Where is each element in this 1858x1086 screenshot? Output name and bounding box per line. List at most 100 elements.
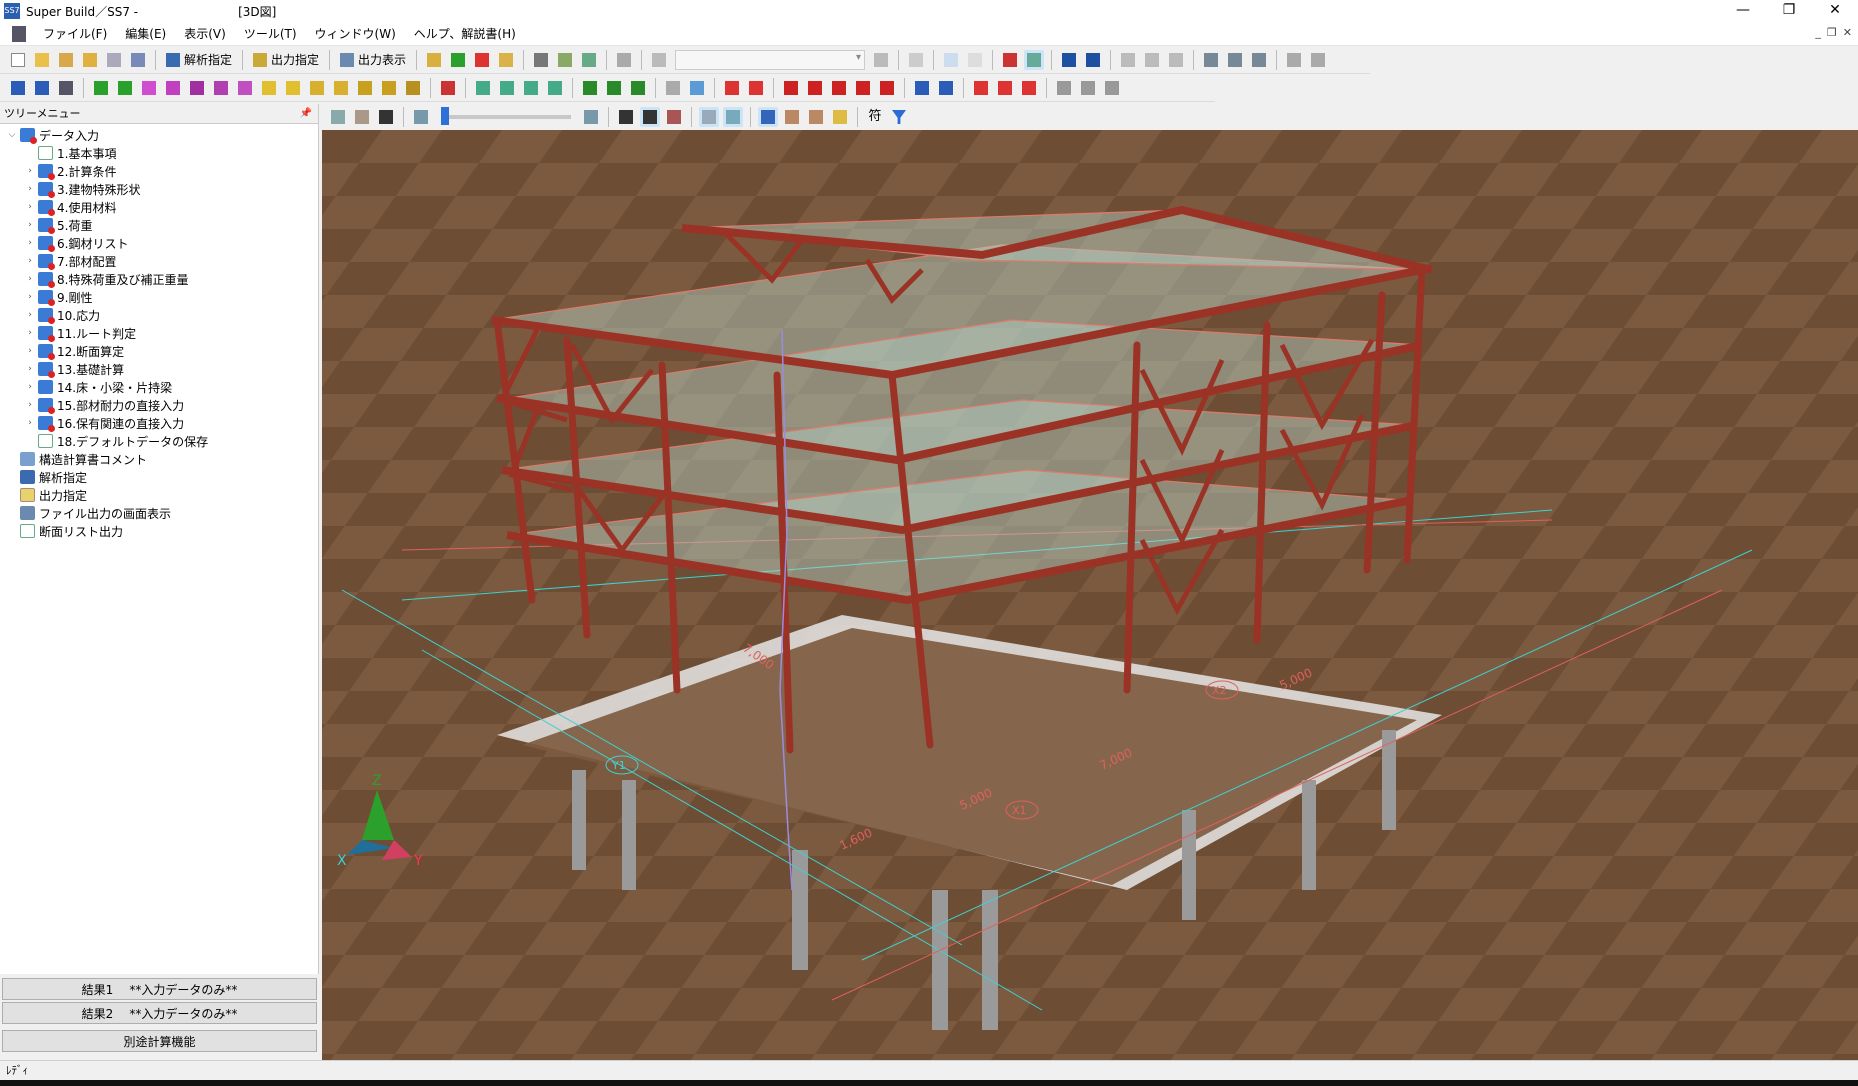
rotate-icon[interactable] xyxy=(521,78,541,98)
expand-icon[interactable]: › xyxy=(24,220,36,230)
history-combo[interactable] xyxy=(675,49,866,70)
tree-node-4[interactable]: › 4.使用材料 xyxy=(0,198,318,216)
orbit-icon[interactable] xyxy=(352,107,372,127)
sun-icon[interactable] xyxy=(830,107,850,127)
wall-icon[interactable] xyxy=(139,78,159,98)
collapse-icon[interactable]: ⌵ xyxy=(6,130,18,140)
footing-icon[interactable] xyxy=(307,78,327,98)
comment-icon[interactable] xyxy=(614,50,634,70)
tree-node-9[interactable]: › 9.剛性 xyxy=(0,288,318,306)
rotate-view-icon[interactable] xyxy=(328,107,348,127)
mdi-restore-icon[interactable]: ❐ xyxy=(1827,26,1837,39)
column-icon[interactable] xyxy=(91,78,111,98)
window-arrange-icon[interactable] xyxy=(1308,50,1328,70)
chain-icon[interactable] xyxy=(912,78,932,98)
slab-icon[interactable] xyxy=(163,78,183,98)
move-icon[interactable] xyxy=(1118,50,1138,70)
tile-horizontal-icon[interactable] xyxy=(1225,50,1245,70)
tree-node-data-input[interactable]: ⌵ データ入力 xyxy=(0,126,318,144)
rigid-icon[interactable] xyxy=(604,78,624,98)
tree-node-output[interactable]: 出力指定 xyxy=(0,486,318,504)
brace-icon[interactable] xyxy=(187,78,207,98)
open-recent-icon[interactable] xyxy=(56,50,76,70)
pointer-icon[interactable] xyxy=(1166,50,1186,70)
mdi-close-icon[interactable]: ✕ xyxy=(1843,26,1852,39)
tree-node-analysis[interactable]: 解析指定 xyxy=(0,468,318,486)
menu-window[interactable]: ウィンドウ(W) xyxy=(306,25,405,42)
plan-view-icon[interactable] xyxy=(941,50,961,70)
mesh-icon[interactable] xyxy=(438,78,458,98)
expand-icon[interactable]: › xyxy=(24,238,36,248)
tree-node-5[interactable]: › 5.荷重 xyxy=(0,216,318,234)
load-up-icon[interactable] xyxy=(746,78,766,98)
print-preview-icon[interactable] xyxy=(555,50,575,70)
tree-node-6[interactable]: › 6.鋼材リスト xyxy=(0,234,318,252)
extra-calc-button[interactable]: 別途計算機能 xyxy=(2,1030,317,1052)
pin-icon[interactable]: 📌 xyxy=(300,104,312,124)
zoom-slider[interactable] xyxy=(441,107,571,125)
menu-file[interactable]: ファイル(F) xyxy=(34,25,116,42)
restore-icon[interactable]: ❐ xyxy=(1766,0,1812,22)
node-level-icon[interactable] xyxy=(497,78,517,98)
foundation-icon[interactable] xyxy=(283,78,303,98)
roof-icon[interactable] xyxy=(971,78,991,98)
tree-node-18[interactable]: 18.デフォルトデータの保存 xyxy=(0,432,318,450)
expand-icon[interactable]: › xyxy=(24,256,36,266)
expand-icon[interactable]: › xyxy=(24,310,36,320)
tile-vertical-icon[interactable] xyxy=(1249,50,1269,70)
load-dist-icon[interactable] xyxy=(853,78,873,98)
tree-node-16[interactable]: › 16.保有関連の直接入力 xyxy=(0,414,318,432)
select-icon[interactable] xyxy=(758,107,778,127)
paint-icon[interactable] xyxy=(1102,78,1122,98)
tree-node-12[interactable]: › 12.断面算定 xyxy=(0,342,318,360)
table-icon[interactable] xyxy=(496,50,516,70)
frame-list-icon[interactable] xyxy=(56,78,76,98)
floor-down-icon[interactable] xyxy=(1083,50,1103,70)
section-check-icon[interactable] xyxy=(1019,78,1039,98)
folder-icon[interactable] xyxy=(80,50,100,70)
expand-icon[interactable]: › xyxy=(24,328,36,338)
expand-icon[interactable]: › xyxy=(24,418,36,428)
load-person-icon[interactable] xyxy=(781,78,801,98)
save-as-icon[interactable] xyxy=(128,50,148,70)
load-icon[interactable] xyxy=(663,78,683,98)
crop-icon[interactable] xyxy=(376,107,396,127)
menu-tools[interactable]: ツール(T) xyxy=(235,25,306,42)
grid-icon[interactable] xyxy=(1000,50,1020,70)
pan-hand-icon[interactable] xyxy=(1142,50,1162,70)
floor-up-icon[interactable] xyxy=(1059,50,1079,70)
support-icon[interactable] xyxy=(628,78,648,98)
expand-icon[interactable]: › xyxy=(24,400,36,410)
menu-view[interactable]: 表示(V) xyxy=(175,25,235,42)
frame-plan-icon[interactable] xyxy=(32,78,52,98)
color-icon[interactable] xyxy=(448,50,468,70)
symbol-toggle-button[interactable]: 符 xyxy=(865,107,885,127)
tree-node-2[interactable]: › 2.計算条件 xyxy=(0,162,318,180)
open-file-icon[interactable] xyxy=(32,50,52,70)
new-file-icon[interactable] xyxy=(8,50,28,70)
load-point-icon[interactable] xyxy=(722,78,742,98)
tree-node-section-list[interactable]: 断面リスト出力 xyxy=(0,522,318,540)
analysis-spec-button[interactable]: 解析指定 xyxy=(161,49,237,71)
filter-icon[interactable] xyxy=(889,107,909,127)
cantilever-icon[interactable] xyxy=(355,78,375,98)
mdi-minimize-icon[interactable]: _ xyxy=(1815,26,1821,39)
erase-all-icon[interactable] xyxy=(1078,78,1098,98)
tree-node-7[interactable]: › 7.部材配置 xyxy=(0,252,318,270)
tree-node-14[interactable]: › 14.床・小梁・片持梁 xyxy=(0,378,318,396)
light-icon[interactable] xyxy=(782,107,802,127)
tree-node-3[interactable]: › 3.建物特殊形状 xyxy=(0,180,318,198)
output-view-button[interactable]: 出力表示 xyxy=(335,49,411,71)
penthouse-icon[interactable] xyxy=(995,78,1015,98)
expand-icon[interactable]: › xyxy=(24,364,36,374)
tree-node-13[interactable]: › 13.基礎計算 xyxy=(0,360,318,378)
joist-icon[interactable] xyxy=(379,78,399,98)
panel-icon[interactable] xyxy=(235,78,255,98)
joint-icon[interactable] xyxy=(580,78,600,98)
output-spec-button[interactable]: 出力指定 xyxy=(248,49,324,71)
print-setup-icon[interactable] xyxy=(579,50,599,70)
expand-icon[interactable]: › xyxy=(24,346,36,356)
expand-icon[interactable]: › xyxy=(24,166,36,176)
perspective-icon[interactable] xyxy=(664,107,684,127)
tree-node-8[interactable]: › 8.特殊荷重及び補正重量 xyxy=(0,270,318,288)
